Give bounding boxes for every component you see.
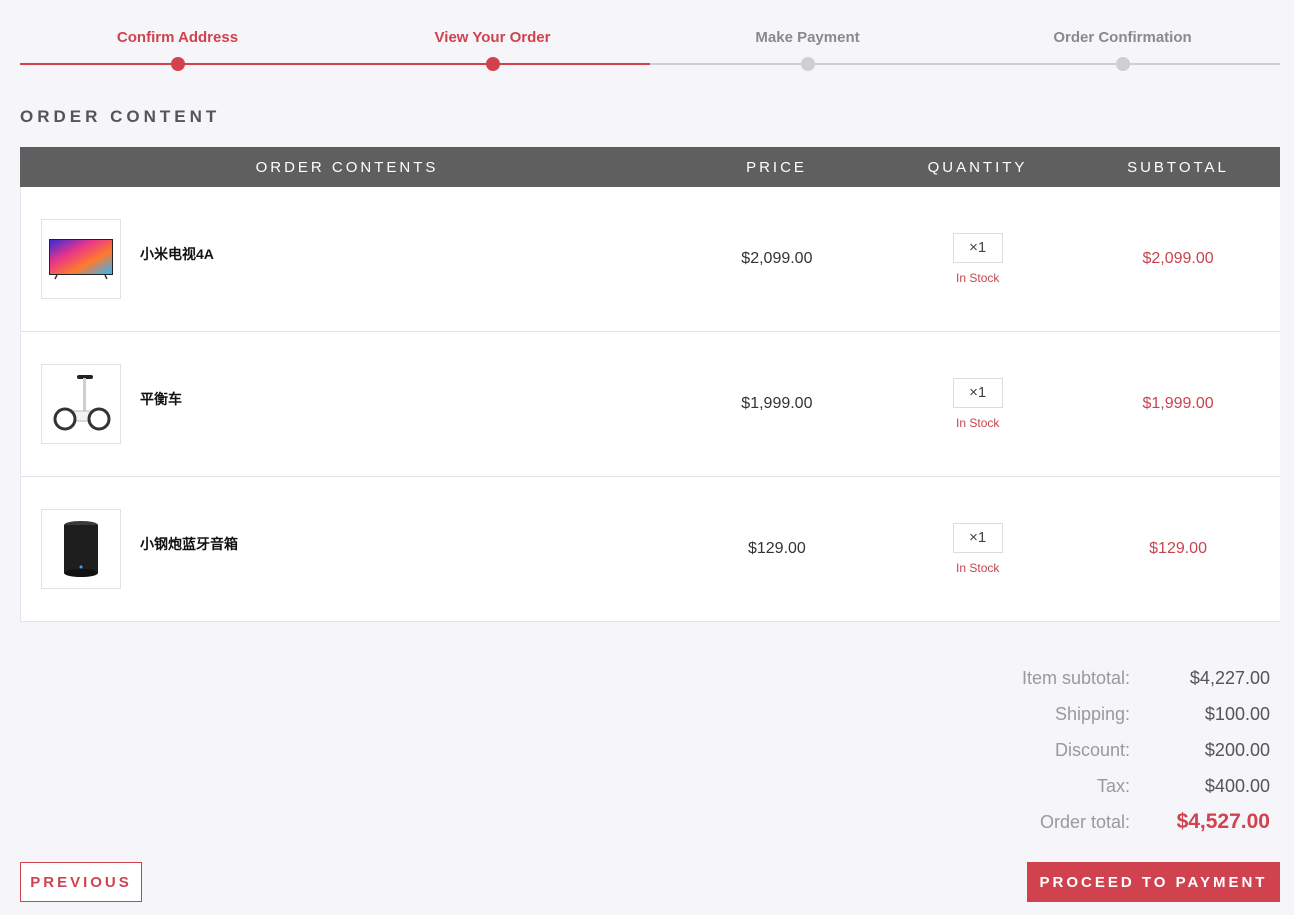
shipping-value: $100.00: [1204, 703, 1270, 724]
stock-status: In Stock: [956, 271, 1000, 285]
quantity-field[interactable]: ×1: [952, 233, 1003, 263]
step-order-confirmation[interactable]: Order Confirmation: [965, 0, 1280, 80]
product-price: $2,099.00: [741, 250, 813, 267]
step-dot: [170, 57, 185, 71]
step-label: Order Confirmation: [1053, 29, 1192, 46]
order-table: ORDER CONTENTS PRICE QUANTITY SUBTOTAL 小…: [20, 147, 1280, 622]
speaker-icon: [64, 521, 98, 577]
table-row: 小钢炮蓝牙音箱 $129.00 ×1 In Stock $129.00: [20, 477, 1280, 622]
tax-line: Tax: $400.00: [950, 768, 1270, 804]
item-subtotal-label: Item subtotal:: [1021, 667, 1130, 688]
product-thumbnail[interactable]: [41, 364, 121, 444]
product-name[interactable]: 小钢炮蓝牙音箱: [140, 534, 238, 554]
product-name[interactable]: 小米电视4A: [140, 244, 214, 264]
row-subtotal: $129.00: [1149, 540, 1207, 557]
previous-button[interactable]: PREVIOUS: [20, 862, 142, 902]
order-summary: Item subtotal: $4,227.00 Shipping: $100.…: [950, 660, 1270, 840]
proceed-to-payment-button[interactable]: PROCEED TO PAYMENT: [1027, 862, 1280, 902]
step-dot: [485, 57, 500, 71]
step-view-order[interactable]: View Your Order: [335, 0, 650, 80]
item-subtotal-line: Item subtotal: $4,227.00: [950, 660, 1270, 696]
header-price: PRICE: [746, 158, 807, 176]
item-subtotal-value: $4,227.00: [1189, 667, 1270, 688]
stock-status: In Stock: [956, 416, 1000, 430]
section-title: ORDER CONTENT: [20, 107, 221, 126]
product-thumbnail[interactable]: [41, 219, 121, 299]
step-dot: [1115, 57, 1130, 71]
order-total-line: Order total: $4,527.00: [950, 804, 1270, 840]
shipping-line: Shipping: $100.00: [950, 696, 1270, 732]
header-quantity: QUANTITY: [927, 158, 1028, 176]
tv-icon: [49, 239, 113, 280]
header-subtotal: SUBTOTAL: [1127, 158, 1229, 176]
product-cell: 小米电视4A: [21, 219, 674, 299]
table-row: 小米电视4A $2,099.00 ×1 In Stock $2,099.00: [20, 187, 1280, 332]
step-dot: [800, 57, 815, 71]
quantity-field[interactable]: ×1: [952, 378, 1003, 408]
product-price: $129.00: [747, 540, 806, 557]
table-header: ORDER CONTENTS PRICE QUANTITY SUBTOTAL: [20, 147, 1280, 187]
step-make-payment[interactable]: Make Payment: [650, 0, 965, 80]
scooter-icon: [53, 375, 111, 431]
row-subtotal: $1,999.00: [1142, 395, 1214, 412]
discount-label: Discount:: [1054, 739, 1130, 760]
tax-label: Tax:: [1096, 775, 1130, 796]
header-contents: ORDER CONTENTS: [255, 158, 439, 176]
product-cell: 平衡车: [21, 364, 674, 444]
step-confirm-address[interactable]: Confirm Address: [20, 0, 335, 80]
order-total-label: Order total:: [1039, 811, 1130, 832]
quantity-field[interactable]: ×1: [952, 523, 1003, 553]
discount-value: $200.00: [1204, 739, 1270, 760]
row-subtotal: $2,099.00: [1142, 250, 1214, 267]
discount-line: Discount: $200.00: [950, 732, 1270, 768]
step-label: Confirm Address: [116, 29, 239, 46]
product-name[interactable]: 平衡车: [140, 389, 182, 409]
checkout-stepper: Confirm Address View Your Order Make Pay…: [20, 0, 1280, 80]
product-price: $1,999.00: [741, 395, 813, 412]
stock-status: In Stock: [956, 561, 1000, 575]
shipping-label: Shipping:: [1054, 703, 1130, 724]
step-label: Make Payment: [755, 29, 860, 46]
step-label: View Your Order: [434, 29, 551, 46]
tax-value: $400.00: [1204, 775, 1270, 796]
table-row: 平衡车 $1,999.00 ×1 In Stock $1,999.00: [20, 332, 1280, 477]
product-thumbnail[interactable]: [41, 509, 121, 589]
order-total-value: $4,527.00: [1176, 810, 1270, 833]
product-cell: 小钢炮蓝牙音箱: [21, 509, 674, 589]
